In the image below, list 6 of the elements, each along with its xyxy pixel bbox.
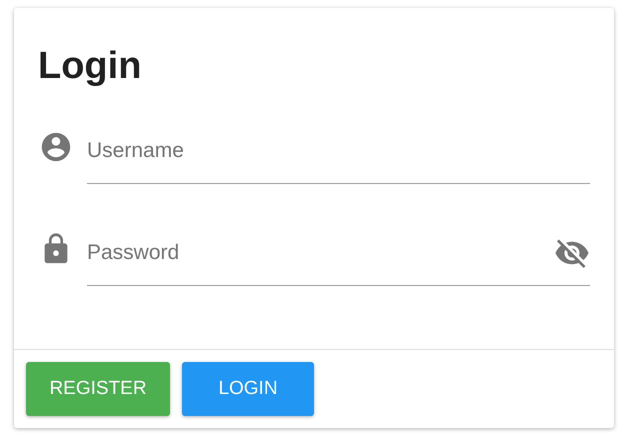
card-title: Login [37,44,142,89]
password-field[interactable]: Password [87,232,554,272]
account-icon [39,130,73,164]
username-field[interactable]: Username [87,130,590,170]
register-button[interactable]: REGISTER [26,362,170,416]
login-button[interactable]: LOGIN [182,362,314,416]
